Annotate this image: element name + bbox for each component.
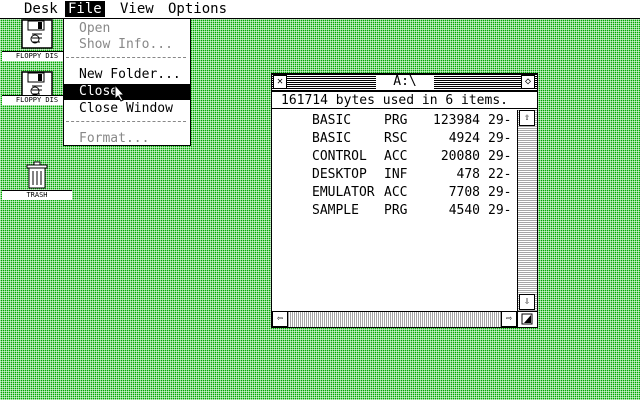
desktop-icon-floppy-a[interactable]: FLOPPY DIS (2, 18, 72, 61)
file-ext: PRG (384, 113, 408, 128)
file-name: BASIC (312, 113, 352, 128)
file-date: 22- (488, 167, 512, 182)
menu-item-close-window[interactable]: Close Window (64, 101, 190, 117)
file-date: 29- (488, 185, 512, 200)
file-name: BASIC (312, 131, 352, 146)
scroll-down-arrow-icon[interactable]: ⇩ (519, 294, 535, 310)
file-size: 478 (456, 167, 480, 182)
file-name: DESKTOP (312, 167, 367, 182)
desktop-icon-label: FLOPPY DIS (2, 51, 72, 61)
trash-can-icon (26, 161, 48, 189)
scroll-up-arrow-icon[interactable]: ⇧ (519, 110, 535, 126)
mouse-pointer-icon (114, 84, 126, 102)
file-ext: RSC (384, 131, 408, 146)
file-date: 29- (488, 149, 512, 164)
file-size: 20080 (440, 149, 480, 164)
file-row[interactable]: DESKTOP INF 478 22- (272, 166, 511, 184)
horizontal-scrollbar[interactable]: ⇦ ⇨ (272, 311, 517, 327)
menu-desk[interactable]: Desk (21, 1, 61, 17)
file-size: 7708 (448, 185, 480, 200)
desktop-icon-label: FLOPPY DIS (2, 95, 72, 105)
file-date: 29- (488, 113, 512, 128)
file-row[interactable]: BASIC RSC 4924 29- (272, 130, 511, 148)
file-size: 4924 (448, 131, 480, 146)
file-row[interactable]: EMULATOR ACC 7708 29- (272, 184, 511, 202)
menu-file[interactable]: File (65, 1, 105, 17)
file-date: 29- (488, 131, 512, 146)
close-box-icon[interactable]: ✕ (273, 75, 287, 89)
window-title-bar[interactable]: ✕ A:\ ◇ (272, 74, 537, 92)
menu-item-open[interactable]: Open (64, 21, 190, 37)
file-menu-dropdown: Open Show Info... New Folder... Close Cl… (63, 18, 191, 146)
resize-box-icon[interactable] (517, 311, 537, 327)
menu-view[interactable]: View (117, 1, 157, 17)
file-row[interactable]: BASIC PRG 123984 29- (272, 112, 511, 130)
scroll-right-arrow-icon[interactable]: ⇨ (501, 311, 517, 327)
menu-options[interactable]: Options (165, 1, 230, 17)
scroll-left-arrow-icon[interactable]: ⇦ (272, 311, 288, 327)
file-row[interactable]: SAMPLE PRG 4540 29- (272, 202, 511, 220)
desktop-icon-label: TRASH (2, 190, 72, 200)
desktop-icon-trash[interactable]: TRASH (2, 160, 72, 200)
menu-item-new-folder[interactable]: New Folder... (64, 67, 190, 83)
file-ext: ACC (384, 185, 408, 200)
file-name: CONTROL (312, 149, 367, 164)
menu-item-close[interactable]: Close (64, 84, 190, 100)
menu-item-format[interactable]: Format... (64, 131, 190, 147)
file-name: EMULATOR (312, 185, 375, 200)
menu-separator (66, 57, 186, 58)
file-date: 29- (488, 203, 512, 218)
file-window: ✕ A:\ ◇ 161714 bytes used in 6 items. BA… (271, 73, 538, 328)
menu-separator (66, 121, 186, 122)
window-info-line: 161714 bytes used in 6 items. (272, 92, 537, 109)
vertical-scrollbar[interactable]: ⇧ ⇩ (517, 110, 537, 311)
desktop-icon-floppy-b[interactable]: FLOPPY DIS (2, 70, 72, 112)
file-ext: INF (384, 167, 408, 182)
file-name: SAMPLE (312, 203, 359, 218)
fuller-box-icon[interactable]: ◇ (521, 75, 535, 89)
file-row[interactable]: CONTROL ACC 20080 29- (272, 148, 511, 166)
window-title: A:\ (376, 75, 434, 89)
file-ext: ACC (384, 149, 408, 164)
menu-bar: Desk File View Options (0, 0, 640, 19)
file-size: 123984 (433, 113, 480, 128)
file-ext: PRG (384, 203, 408, 218)
menu-item-show-info[interactable]: Show Info... (64, 37, 190, 53)
file-list: BASIC PRG 123984 29- BASIC RSC 4924 29- … (272, 110, 517, 310)
file-size: 4540 (448, 203, 480, 218)
floppy-disk-icon (21, 19, 53, 49)
